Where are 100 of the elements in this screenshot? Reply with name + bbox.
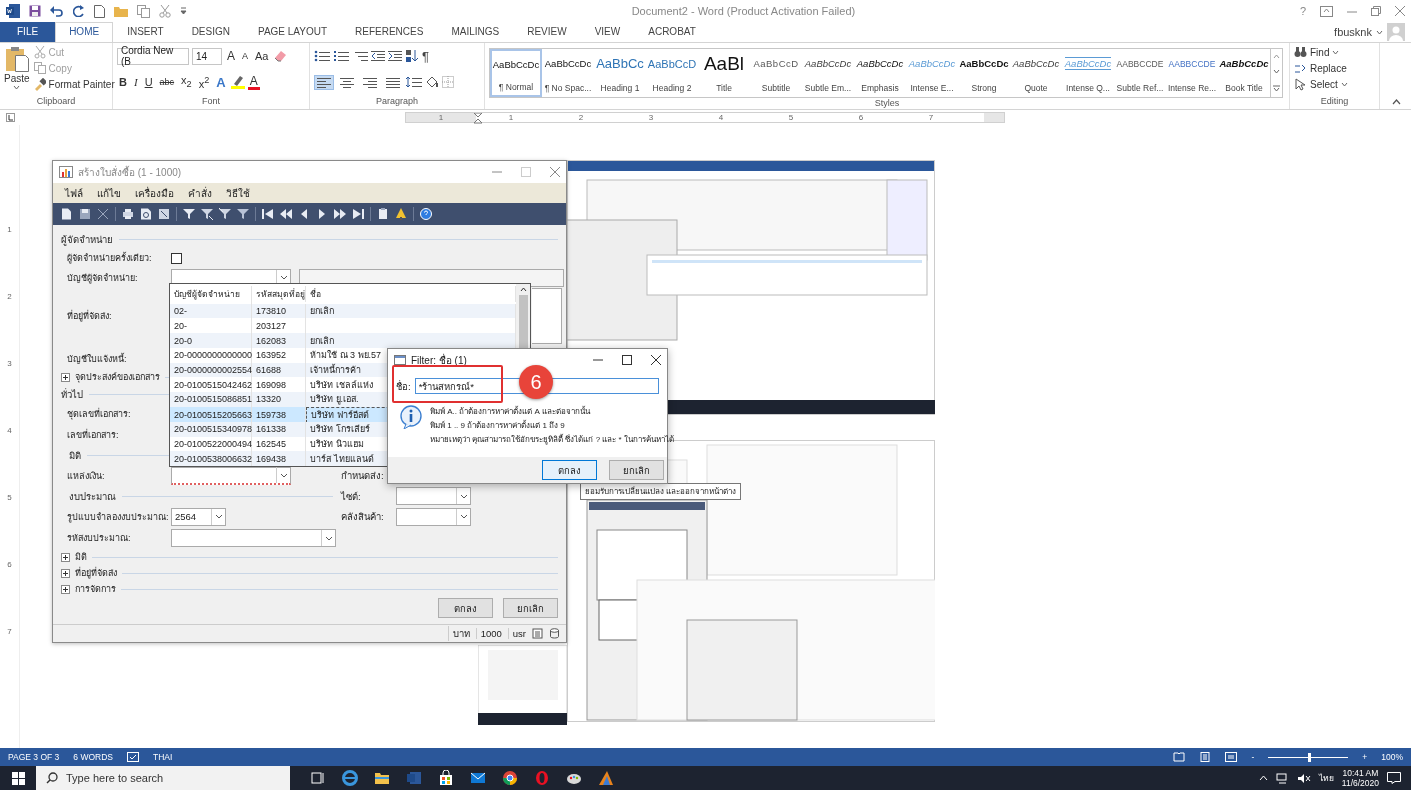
align-center-icon[interactable]: [340, 76, 354, 88]
ribbon-tab[interactable]: DESIGN: [177, 22, 244, 42]
close-icon[interactable]: [651, 355, 661, 365]
scroll-down-icon[interactable]: [1273, 69, 1280, 75]
filter-icon[interactable]: [183, 208, 195, 220]
column-header[interactable]: บัญชีผู้จัดจำหน่าย: [170, 286, 252, 302]
font-size-field[interactable]: 14: [192, 47, 222, 65]
cancel-button[interactable]: ยกเลิก: [503, 598, 558, 618]
caret-icon[interactable]: [13, 85, 21, 90]
warning-bell-icon[interactable]: [395, 208, 407, 220]
browser-icon[interactable]: [502, 770, 518, 786]
list-row[interactable]: 02- 173810 ยกเลิก: [170, 303, 516, 319]
copy-icon[interactable]: [137, 4, 150, 18]
print-layout-icon[interactable]: [1199, 752, 1212, 762]
scroll-up-icon[interactable]: [519, 287, 527, 292]
chevron-down-icon[interactable]: [459, 493, 468, 499]
folder-icon[interactable]: [374, 770, 390, 786]
style-item[interactable]: AaBbCcDc Subtle Em...: [802, 49, 854, 97]
tab-stop-icon[interactable]: [5, 113, 15, 122]
caret-icon[interactable]: [1376, 29, 1383, 35]
align-justify-icon[interactable]: [386, 76, 400, 88]
expand-icon[interactable]: [61, 568, 70, 578]
zoom-level[interactable]: 100%: [1381, 752, 1403, 762]
chart-app-icon[interactable]: [598, 770, 614, 786]
style-item[interactable]: AABBCCDE Subtle Ref...: [1114, 49, 1166, 97]
underline-button[interactable]: U: [142, 76, 155, 88]
zoom-out-button[interactable]: -: [1251, 752, 1255, 762]
ok-button[interactable]: ตกลง: [438, 598, 493, 618]
ribbon-tab[interactable]: PAGE LAYOUT: [243, 22, 342, 42]
eraser-icon[interactable]: [273, 50, 287, 62]
italic-button[interactable]: I: [131, 76, 140, 88]
highlighter-icon[interactable]: [230, 75, 245, 89]
maximize-icon[interactable]: [622, 355, 632, 365]
paste-button[interactable]: Paste: [4, 73, 30, 84]
indent-marker-icon[interactable]: [474, 113, 482, 124]
numbering-icon[interactable]: [333, 50, 349, 62]
checkbox[interactable]: [171, 252, 182, 264]
slider-thumb[interactable]: [1308, 752, 1312, 762]
export-icon[interactable]: [158, 208, 170, 220]
database-icon[interactable]: [549, 628, 560, 639]
ribbon-tab[interactable]: INSERT: [113, 22, 178, 42]
web-layout-icon[interactable]: [1225, 752, 1238, 762]
sort-icon[interactable]: [405, 49, 419, 63]
decrease-indent-icon[interactable]: [371, 50, 385, 62]
new-document-icon[interactable]: [94, 4, 105, 18]
superscript-button[interactable]: x$^{2}$: [196, 74, 212, 90]
collapse-ribbon-icon[interactable]: [1392, 99, 1401, 105]
help-icon[interactable]: [420, 208, 432, 220]
shopping-bag-icon[interactable]: [438, 770, 454, 786]
font-color-button[interactable]: A: [247, 74, 260, 90]
ribbon-tab[interactable]: ACROBAT: [634, 22, 710, 42]
read-mode-icon[interactable]: [1173, 752, 1186, 762]
filter-icon[interactable]: [219, 208, 231, 220]
clock[interactable]: 10:41 AM 11/6/2020: [1341, 768, 1379, 788]
more-styles-icon[interactable]: [1273, 84, 1280, 92]
filter-icon[interactable]: [237, 208, 249, 220]
replace-icon[interactable]: [1294, 62, 1307, 75]
caret-icon[interactable]: [1332, 50, 1340, 55]
ribbon-tab[interactable]: HOME: [55, 22, 114, 42]
address-field[interactable]: [532, 288, 562, 344]
menu-item[interactable]: วิธีใช้: [226, 185, 250, 201]
expand-icon[interactable]: [61, 584, 70, 594]
bullets-icon[interactable]: [314, 50, 330, 62]
print-preview-icon[interactable]: [140, 208, 152, 220]
status-text[interactable]: PAGE 3 OF 3: [8, 752, 60, 762]
ribbon-command[interactable]: Replace: [1310, 63, 1347, 74]
style-item[interactable]: AaBbCcDc Intense E...: [906, 49, 958, 97]
align-right-icon[interactable]: [363, 76, 377, 88]
dropdown-field[interactable]: [171, 529, 336, 547]
paintbrush-icon[interactable]: [33, 78, 46, 91]
ribbon-tab[interactable]: VIEW: [580, 22, 635, 42]
style-item[interactable]: AaBl Title: [698, 49, 750, 97]
bold-button[interactable]: B: [117, 76, 129, 88]
last-record-icon[interactable]: [352, 208, 364, 220]
ribbon-display-icon[interactable]: [1320, 5, 1333, 17]
input-language[interactable]: ไทย: [1318, 771, 1334, 785]
new-document-icon[interactable]: [61, 208, 73, 220]
expand-icon[interactable]: [61, 372, 70, 382]
undo-icon[interactable]: [50, 5, 64, 17]
ribbon-tab[interactable]: REFERENCES: [341, 22, 438, 42]
next-page-icon[interactable]: [334, 208, 346, 220]
dropdown-field[interactable]: [396, 507, 471, 526]
style-item[interactable]: AaBbCcDc Quote: [1010, 49, 1062, 97]
zoom-in-button[interactable]: +: [1362, 752, 1368, 762]
clipboard-icon[interactable]: [377, 208, 389, 220]
app-logo-icon[interactable]: [6, 4, 20, 18]
menu-item[interactable]: คำสั่ง: [188, 185, 212, 201]
ribbon-tab[interactable]: MAILINGS: [437, 22, 514, 42]
chevron-down-icon[interactable]: [279, 275, 288, 280]
delete-icon[interactable]: [97, 208, 109, 220]
style-item[interactable]: AaBbCcDc Book Title: [1218, 49, 1270, 97]
chevron-down-icon[interactable]: [214, 514, 223, 519]
style-item[interactable]: AaBbCcDc ¶ No Spac...: [542, 49, 594, 97]
mail-icon[interactable]: [470, 770, 486, 786]
expand-icon[interactable]: [61, 552, 70, 562]
cursor-icon[interactable]: [1294, 78, 1307, 91]
help-button[interactable]: ?: [1299, 5, 1306, 17]
chevron-down-icon[interactable]: [459, 514, 468, 519]
ribbon-command[interactable]: Find: [1310, 47, 1330, 58]
font-size-shrink-button[interactable]: A: [240, 51, 251, 61]
